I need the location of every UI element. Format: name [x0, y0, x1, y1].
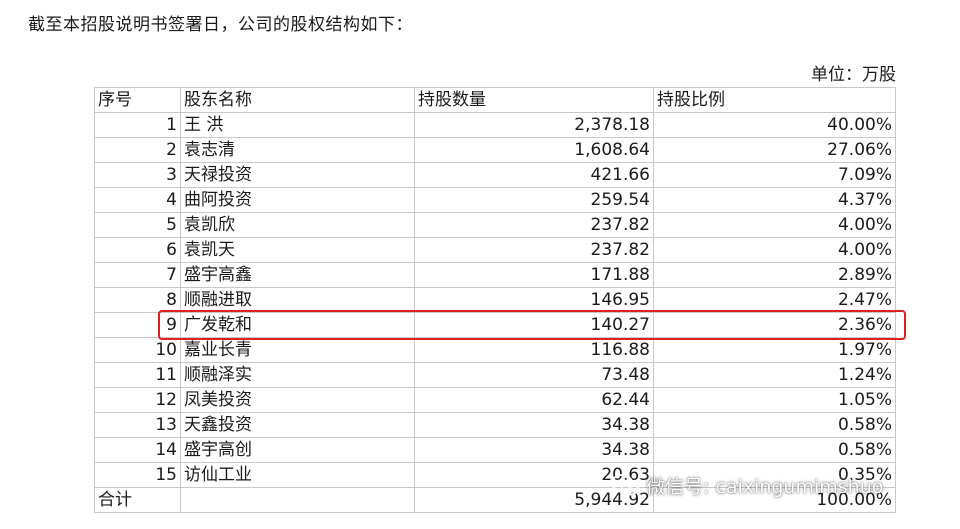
table-body: 1王 洪 2,378.18 40.00% 2 袁志清 1,608.64 27.06% 3 天禄投… [94, 112, 896, 488]
header-row: 序号 股东名称 持股数量 持股比例 [94, 87, 896, 113]
share-ratio: 4.37% [653, 187, 896, 213]
table-row: 1王 洪 2,378.18 40.00% [94, 112, 896, 138]
row-number: 10 [94, 337, 181, 363]
shareholder-name: 盛宇高鑫 [180, 262, 415, 288]
shareholding-table: 序号 股东名称 持股数量 持股比例 1王 洪 2,378.18 40.00% 2 袁志清… [94, 87, 896, 513]
header-name: 股东名称 [180, 87, 415, 113]
shareholder-name: 天鑫投资 [180, 412, 415, 438]
table-row: 7 盛宇高鑫 171.88 2.89% [94, 262, 896, 288]
table-row: 14 盛宇高创 34.38 0.58% [94, 437, 896, 463]
row-number: 5 [94, 212, 181, 238]
shareholder-name: 顺融泽实 [180, 362, 415, 388]
shareholder-name: 袁凯天 [180, 237, 415, 263]
shareholder-name: 嘉业长青 [180, 337, 415, 363]
share-ratio: 2.89% [653, 262, 896, 288]
share-ratio: 2.47% [653, 287, 896, 313]
share-ratio: 40.00% [653, 112, 896, 138]
share-ratio: 1.24% [653, 362, 896, 388]
share-count: 34.38 [414, 437, 654, 463]
table-row: 3 天禄投资 421.66 7.09% [94, 162, 896, 188]
shareholder-name: 盛宇高创 [180, 437, 415, 463]
table-row: 8 顺融进取 146.95 2.47% [94, 287, 896, 313]
unit-label: 单位：万股 [811, 65, 896, 85]
share-ratio: 27.06% [653, 137, 896, 163]
row-number: 4 [94, 187, 181, 213]
row-number: 12 [94, 387, 181, 413]
share-count: 2,378.18 [414, 112, 654, 138]
row-number: 14 [94, 437, 181, 463]
row-number: 6 [94, 237, 181, 263]
header-shares: 持股数量 [414, 87, 654, 113]
total-name-empty [180, 487, 415, 513]
total-label: 合计 [94, 487, 181, 513]
shareholder-name: 袁凯欣 [180, 212, 415, 238]
table-row: 6 袁凯天 237.82 4.00% [94, 237, 896, 263]
share-count: 146.95 [414, 287, 654, 313]
share-count: 259.54 [414, 187, 654, 213]
row-number: 8 [94, 287, 181, 313]
share-count: 237.82 [414, 212, 654, 238]
row-number: 11 [94, 362, 181, 388]
shareholder-name: 访仙工业 [180, 462, 415, 488]
share-count: 140.27 [414, 312, 654, 338]
table-row: 12 凤美投资 62.44 1.05% [94, 387, 896, 413]
share-ratio: 4.00% [653, 237, 896, 263]
shareholder-name: 曲阿投资 [180, 187, 415, 213]
table-row: 9 广发乾和 140.27 2.36% [94, 312, 896, 338]
table-row: 10 嘉业长青 116.88 1.97% [94, 337, 896, 363]
row-number: 2 [94, 137, 181, 163]
row-number: 1 [94, 112, 181, 138]
wechat-watermark: 微信号: caixingumimshuo [610, 470, 883, 500]
shareholder-name: 天禄投资 [180, 162, 415, 188]
table-row: 13 天鑫投资 34.38 0.58% [94, 412, 896, 438]
share-ratio: 7.09% [653, 162, 896, 188]
share-count: 116.88 [414, 337, 654, 363]
shareholder-name: 顺融进取 [180, 287, 415, 313]
watermark-text: 微信号: caixingumimshuo [646, 475, 884, 498]
row-number: 7 [94, 262, 181, 288]
shareholder-name: 凤美投资 [180, 387, 415, 413]
table-header: 序号 股东名称 持股数量 持股比例 [94, 87, 896, 113]
shareholder-name: 袁志清 [180, 137, 415, 163]
share-ratio: 4.00% [653, 212, 896, 238]
share-count: 171.88 [414, 262, 654, 288]
share-ratio: 2.36% [653, 312, 896, 338]
shareholder-name: 王 洪 [180, 112, 415, 138]
share-count: 73.48 [414, 362, 654, 388]
share-count: 62.44 [414, 387, 654, 413]
row-number: 3 [94, 162, 181, 188]
header-ratio: 持股比例 [653, 87, 896, 113]
shareholder-name: 广发乾和 [180, 312, 415, 338]
share-ratio: 0.58% [653, 412, 896, 438]
share-count: 421.66 [414, 162, 654, 188]
row-number: 15 [94, 462, 181, 488]
share-ratio: 1.97% [653, 337, 896, 363]
share-ratio: 1.05% [653, 387, 896, 413]
share-ratio: 0.58% [653, 437, 896, 463]
share-count: 1,608.64 [414, 137, 654, 163]
table-row: 11 顺融泽实 73.48 1.24% [94, 362, 896, 388]
share-count: 34.38 [414, 412, 654, 438]
intro-text: 截至本招股说明书签署日，公司的股权结构如下： [28, 15, 413, 35]
wechat-icon [610, 473, 640, 497]
row-number: 13 [94, 412, 181, 438]
table-row: 5 袁凯欣 237.82 4.00% [94, 212, 896, 238]
table-row: 2 袁志清 1,608.64 27.06% [94, 137, 896, 163]
header-no: 序号 [94, 87, 181, 113]
row-number: 9 [94, 312, 181, 338]
share-count: 237.82 [414, 237, 654, 263]
table-row: 4 曲阿投资 259.54 4.37% [94, 187, 896, 213]
